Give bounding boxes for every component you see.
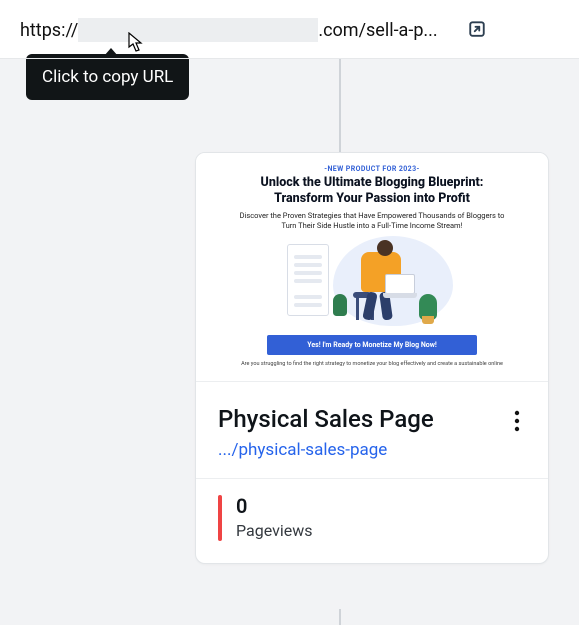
url-masked-segment xyxy=(78,18,318,42)
funnel-canvas[interactable]: -NEW PRODUCT FOR 2023- Unlock the Ultima… xyxy=(0,58,579,625)
connector-line-top xyxy=(339,59,341,153)
preview-subheadline: Discover the Proven Strategies that Have… xyxy=(206,211,538,230)
preview-headline: Unlock the Ultimate Blogging Blueprint: … xyxy=(206,175,538,206)
url-protocol: https:// xyxy=(20,20,78,41)
more-options-icon[interactable] xyxy=(508,404,526,442)
page-preview-thumbnail[interactable]: -NEW PRODUCT FOR 2023- Unlock the Ultima… xyxy=(196,153,548,381)
stat-pageviews: 0 Pageviews xyxy=(196,479,548,563)
funnel-step-card[interactable]: -NEW PRODUCT FOR 2023- Unlock the Ultima… xyxy=(195,152,549,564)
stat-value: 0 xyxy=(236,495,312,517)
page-title: Physical Sales Page xyxy=(218,404,434,434)
stat-accent-bar xyxy=(218,495,222,541)
url-bar[interactable]: https:// .com/sell-a-p... xyxy=(0,0,579,58)
page-path[interactable]: .../physical-sales-page xyxy=(218,440,434,460)
open-external-icon[interactable] xyxy=(466,18,488,40)
stat-label: Pageviews xyxy=(236,521,312,540)
url-display[interactable]: https:// .com/sell-a-p... xyxy=(20,18,438,42)
preview-cta-button: Yes! I'm Ready to Monetize My Blog Now! xyxy=(267,335,477,355)
preview-footer-text: Are you struggling to find the right str… xyxy=(206,361,538,367)
url-tail: .com/sell-a-p... xyxy=(318,20,437,41)
connector-line-bottom xyxy=(339,609,341,625)
preview-illustration xyxy=(287,236,457,331)
preview-pill: -NEW PRODUCT FOR 2023- xyxy=(206,165,538,173)
